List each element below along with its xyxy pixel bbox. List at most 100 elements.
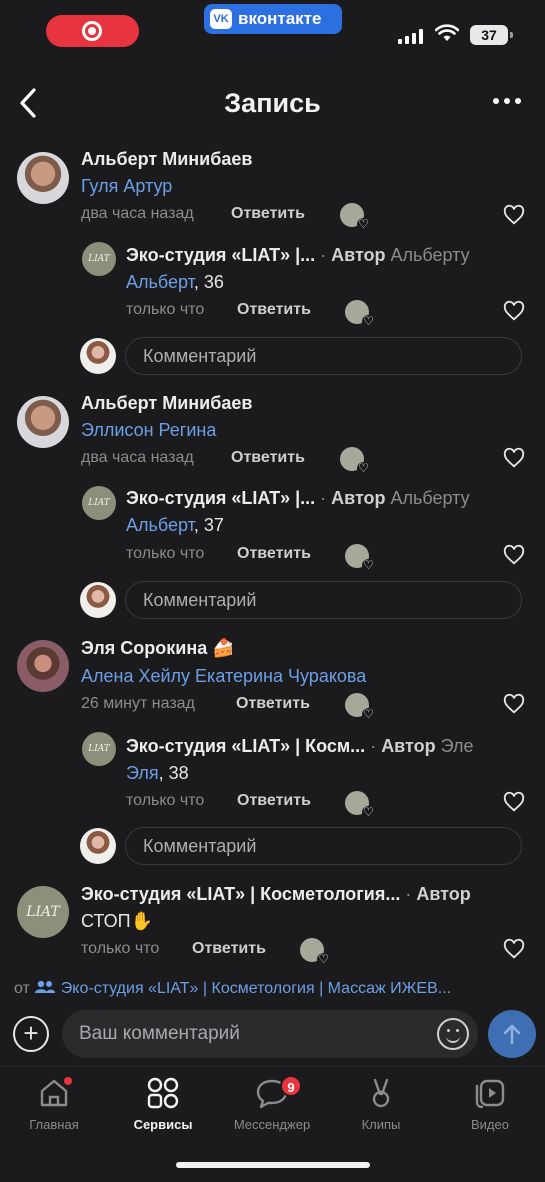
avatar[interactable]: LIAT bbox=[17, 886, 69, 938]
comment-time: только что bbox=[126, 545, 205, 562]
app-return-badge[interactable]: VK вконтакте bbox=[204, 4, 342, 34]
avatar[interactable]: LIAT bbox=[82, 242, 116, 276]
like-heart-icon[interactable] bbox=[503, 938, 525, 960]
avatar bbox=[80, 582, 116, 618]
reply-author-line: Эко-студия «LIAT» |... · Автор Альберту bbox=[126, 245, 470, 266]
reply-author[interactable]: Эко-студия «LIAT» |... bbox=[126, 245, 315, 265]
cellular-signal-icon bbox=[398, 28, 423, 44]
comment-input[interactable]: Комментарий bbox=[125, 337, 522, 375]
more-options-icon[interactable] bbox=[493, 98, 521, 104]
reply-text-value: , 37 bbox=[193, 515, 224, 535]
wifi-icon bbox=[435, 24, 459, 41]
like-heart-icon[interactable] bbox=[503, 544, 525, 566]
comment-time: только что bbox=[126, 792, 205, 809]
like-heart-icon[interactable] bbox=[503, 791, 525, 813]
emoji-icon[interactable] bbox=[437, 1018, 469, 1050]
post-source-line: от Эко-студия «LIAT» | Косметология | Ма… bbox=[14, 980, 534, 998]
like-heart-icon[interactable] bbox=[503, 300, 525, 322]
attach-plus-button[interactable]: + bbox=[13, 1016, 49, 1052]
tab-home[interactable]: Главная bbox=[4, 1073, 104, 1132]
reaction-icon[interactable] bbox=[345, 791, 375, 819]
comment-author[interactable]: Эко-студия «LIAT» | Косметология... bbox=[81, 884, 400, 904]
tab-label: Мессенджер bbox=[233, 1117, 311, 1132]
author-badge: Автор bbox=[331, 488, 386, 508]
reply-button[interactable]: Ответить bbox=[237, 792, 311, 810]
reply-button[interactable]: Ответить bbox=[231, 205, 305, 223]
battery-icon: 37 bbox=[470, 25, 513, 45]
reply-text: Эля, 38 bbox=[126, 763, 189, 784]
reply-button[interactable]: Ответить bbox=[192, 940, 266, 958]
notification-dot bbox=[64, 1077, 72, 1085]
avatar[interactable] bbox=[17, 640, 69, 692]
reaction-icon[interactable] bbox=[345, 693, 375, 721]
avatar[interactable]: LIAT bbox=[82, 486, 116, 520]
tab-label: Сервисы bbox=[133, 1117, 193, 1132]
comment-time: два часа назад bbox=[81, 205, 194, 222]
avatar[interactable]: LIAT bbox=[82, 732, 116, 766]
send-arrow-icon bbox=[503, 1024, 521, 1045]
like-heart-icon[interactable] bbox=[503, 204, 525, 226]
reply-recipient: Эле bbox=[440, 736, 474, 756]
page-title: Запись bbox=[224, 88, 321, 118]
tab-label: Видео bbox=[471, 1117, 509, 1132]
comment-time: только что bbox=[81, 940, 160, 957]
comment-author-line: Эко-студия «LIAT» | Косметология... · Ав… bbox=[81, 884, 471, 905]
avatar[interactable] bbox=[17, 152, 69, 204]
comment-author[interactable]: Альберт Минибаев bbox=[81, 149, 252, 170]
comment-author[interactable]: Альберт Минибаев bbox=[81, 393, 252, 414]
comment-input[interactable]: Комментарий bbox=[125, 581, 522, 619]
reply-recipient: Альберту bbox=[390, 488, 470, 508]
tab-services[interactable]: Сервисы bbox=[113, 1073, 213, 1132]
avatar bbox=[80, 828, 116, 864]
like-heart-icon[interactable] bbox=[503, 447, 525, 469]
like-heart-icon[interactable] bbox=[503, 693, 525, 715]
separator: · bbox=[365, 736, 382, 756]
reply-author[interactable]: Эко-студия «LIAT» |... bbox=[126, 488, 315, 508]
comment-input[interactable]: Комментарий bbox=[125, 827, 522, 865]
reply-author-line: Эко-студия «LIAT» |... · Автор Альберту bbox=[126, 488, 470, 509]
group-icon bbox=[35, 980, 56, 993]
reply-button[interactable]: Ответить bbox=[231, 449, 305, 467]
reply-button[interactable]: Ответить bbox=[237, 301, 311, 319]
reaction-icon[interactable] bbox=[340, 203, 370, 231]
unread-badge: 9 bbox=[280, 1075, 302, 1097]
home-indicator[interactable] bbox=[176, 1162, 370, 1168]
app-return-label: вконтакте bbox=[238, 9, 322, 28]
page-header: Запись bbox=[0, 70, 545, 136]
tab-video[interactable]: Видео bbox=[440, 1073, 540, 1132]
services-grid-icon bbox=[147, 1077, 179, 1109]
group-link[interactable]: Эко-студия «LIAT» | Косметология | Масса… bbox=[61, 980, 451, 997]
record-icon bbox=[82, 21, 102, 41]
comment-time: два часа назад bbox=[81, 449, 194, 466]
reaction-icon[interactable] bbox=[345, 544, 375, 572]
comment-field[interactable]: Ваш комментарий bbox=[62, 1010, 478, 1058]
avatar[interactable] bbox=[17, 396, 69, 448]
send-button[interactable] bbox=[488, 1010, 536, 1058]
reply-button[interactable]: Ответить bbox=[236, 695, 310, 713]
mention-link[interactable]: Альберт bbox=[126, 272, 194, 292]
comment-time: 26 минут назад bbox=[81, 695, 195, 712]
comment-time: только что bbox=[126, 301, 205, 318]
mention-link[interactable]: Эля bbox=[126, 763, 159, 783]
reaction-icon[interactable] bbox=[345, 300, 375, 328]
status-bar: VK вконтакте 37 bbox=[0, 0, 545, 60]
reaction-icon[interactable] bbox=[300, 938, 330, 966]
reaction-icon[interactable] bbox=[340, 447, 370, 475]
author-badge: Автор bbox=[331, 245, 386, 265]
reply-text-value: , 36 bbox=[193, 272, 224, 292]
vk-logo-icon: VK bbox=[210, 9, 232, 29]
tab-clips[interactable]: Клипы bbox=[331, 1073, 431, 1132]
tab-messenger[interactable]: 9 Мессенджер bbox=[222, 1073, 322, 1132]
comments-feed[interactable]: Альберт Минибаев Гуля Артур два часа наз… bbox=[0, 140, 545, 970]
comment-author[interactable]: Эля Сорокина 🍰 bbox=[81, 638, 235, 659]
screen-recording-indicator[interactable] bbox=[46, 15, 139, 47]
comment-mentions[interactable]: Алена Хейлу Екатерина Чуракова bbox=[81, 666, 366, 687]
tab-label: Клипы bbox=[361, 1117, 401, 1132]
mention-link[interactable]: Альберт bbox=[126, 515, 194, 535]
comment-mentions[interactable]: Эллисон Регина bbox=[81, 420, 216, 441]
reply-author[interactable]: Эко-студия «LIAT» | Косм... bbox=[126, 736, 365, 756]
reply-button[interactable]: Ответить bbox=[237, 545, 311, 563]
reply-text-value: , 38 bbox=[158, 763, 189, 783]
comment-mentions[interactable]: Гуля Артур bbox=[81, 176, 172, 197]
clips-icon bbox=[372, 1078, 390, 1108]
